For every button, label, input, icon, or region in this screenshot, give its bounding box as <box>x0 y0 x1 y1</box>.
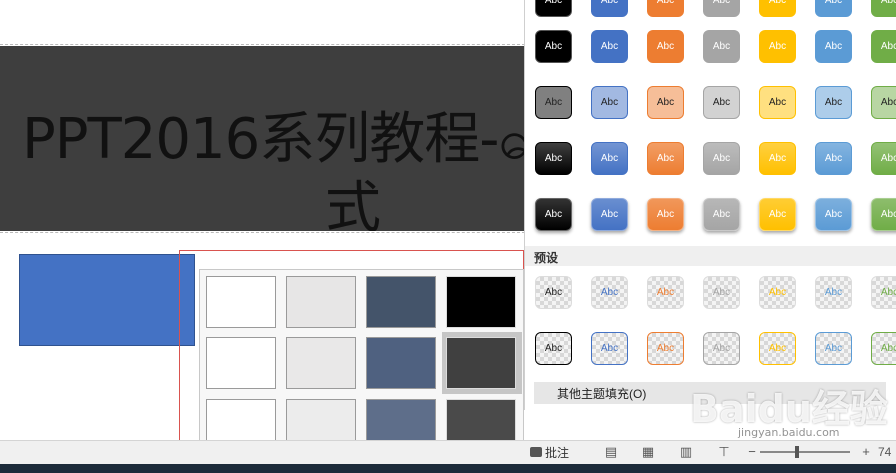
style-tile-r1-c4[interactable]: Abc <box>759 30 796 63</box>
style-tile-r6-c2[interactable]: Abc <box>647 332 684 365</box>
style-tile-r3-c4[interactable]: Abc <box>759 142 796 175</box>
comments-button[interactable]: 批注 <box>530 443 578 461</box>
color-swatch-r0-c2[interactable] <box>366 276 436 328</box>
color-swatch-r1-c1[interactable] <box>286 337 356 389</box>
preset-label: 预设 <box>534 251 559 265</box>
style-tile-r6-c3[interactable]: Abc <box>703 332 740 365</box>
style-tile-r4-c2[interactable]: Abc <box>647 198 684 231</box>
style-tile-r0-c2[interactable]: Abc <box>647 0 684 17</box>
style-tile-r2-c4[interactable]: Abc <box>759 86 796 119</box>
comments-label: 批注 <box>545 445 570 460</box>
style-tile-r2-c0[interactable]: Abc <box>535 86 572 119</box>
style-tile-r3-c5[interactable]: Abc <box>815 142 852 175</box>
taskbar <box>0 464 896 473</box>
style-tile-r5-c1[interactable]: Abc <box>591 276 628 309</box>
style-tile-r6-c6[interactable]: Abc <box>871 332 896 365</box>
color-swatch-r0-c3[interactable] <box>446 276 516 328</box>
fill-color-palette <box>199 269 524 456</box>
reading-view-icon[interactable]: ▥ <box>678 444 694 460</box>
style-tile-r4-c4[interactable]: Abc <box>759 198 796 231</box>
style-tile-r6-c1[interactable]: Abc <box>591 332 628 365</box>
blue-rectangle-shape[interactable] <box>19 254 195 346</box>
style-tile-r6-c5[interactable]: Abc <box>815 332 852 365</box>
zoom-level[interactable]: 74 <box>878 444 896 460</box>
color-swatch-r1-c2[interactable] <box>366 337 436 389</box>
baidu-watermark: Baidu经验 jingyan.baidu.com <box>680 378 890 439</box>
style-tile-r5-c2[interactable]: Abc <box>647 276 684 309</box>
style-tile-r4-c0[interactable]: Abc <box>535 198 572 231</box>
color-swatch-r0-c0[interactable] <box>206 276 276 328</box>
style-tile-r1-c2[interactable]: Abc <box>647 30 684 63</box>
zoom-out-icon[interactable]: − <box>744 444 760 460</box>
slideshow-icon[interactable]: ⊤ <box>716 444 732 460</box>
slide-title-line2: 式 <box>325 176 381 231</box>
style-tile-r3-c1[interactable]: Abc <box>591 142 628 175</box>
title-placeholder[interactable]: PPT2016系列教程-ေ 式 <box>0 46 525 231</box>
style-tile-r2-c1[interactable]: Abc <box>591 86 628 119</box>
style-tile-r0-c0[interactable]: Abc <box>535 0 572 17</box>
color-swatch-r0-c1[interactable] <box>286 276 356 328</box>
style-tile-r3-c3[interactable]: Abc <box>703 142 740 175</box>
comment-icon <box>530 447 542 457</box>
style-tile-r1-c3[interactable]: Abc <box>703 30 740 63</box>
style-tile-r0-c4[interactable]: Abc <box>759 0 796 17</box>
style-tile-r1-c6[interactable]: Abc <box>871 30 896 63</box>
slide-guide-bottom <box>0 232 525 233</box>
zoom-in-icon[interactable]: + <box>858 444 874 460</box>
style-tile-r4-c3[interactable]: Abc <box>703 198 740 231</box>
style-tile-r2-c3[interactable]: Abc <box>703 86 740 119</box>
style-tile-r6-c4[interactable]: Abc <box>759 332 796 365</box>
normal-view-icon[interactable]: ▤ <box>603 444 619 460</box>
style-tile-r3-c0[interactable]: Abc <box>535 142 572 175</box>
style-tile-r3-c2[interactable]: Abc <box>647 142 684 175</box>
style-tile-r5-c5[interactable]: Abc <box>815 276 852 309</box>
style-tile-r0-c5[interactable]: Abc <box>815 0 852 17</box>
style-tile-r5-c3[interactable]: Abc <box>703 276 740 309</box>
style-tile-r1-c5[interactable]: Abc <box>815 30 852 63</box>
style-tile-r2-c6[interactable]: Abc <box>871 86 896 119</box>
style-tile-r2-c5[interactable]: Abc <box>815 86 852 119</box>
style-tile-r0-c1[interactable]: Abc <box>591 0 628 17</box>
zoom-slider-thumb[interactable] <box>795 446 799 458</box>
style-tile-r3-c6[interactable]: Abc <box>871 142 896 175</box>
style-tile-r5-c6[interactable]: Abc <box>871 276 896 309</box>
style-tile-r1-c0[interactable]: Abc <box>535 30 572 63</box>
style-tile-r1-c1[interactable]: Abc <box>591 30 628 63</box>
style-tile-r5-c4[interactable]: Abc <box>759 276 796 309</box>
slide-sorter-icon[interactable]: ▦ <box>640 444 656 460</box>
slide-guide-top <box>0 44 525 45</box>
style-tile-r0-c3[interactable]: Abc <box>703 0 740 17</box>
style-tile-r4-c5[interactable]: Abc <box>815 198 852 231</box>
shape-style-gallery: 预设 其他主题填充(O) Abc Abc Abc Abc Abc Abc Abc Abc Abc… <box>524 0 896 410</box>
style-tile-r4-c1[interactable]: Abc <box>591 198 628 231</box>
watermark-text: Baidu经验 <box>690 387 888 431</box>
watermark-url: jingyan.baidu.com <box>738 426 840 439</box>
more-theme-fills-label: 其他主题填充(O) <box>557 387 647 401</box>
style-tile-r5-c0[interactable]: Abc <box>535 276 572 309</box>
style-tile-r0-c6[interactable]: Abc <box>871 0 896 17</box>
color-swatch-r1-c3[interactable] <box>446 337 516 389</box>
style-tile-r4-c6[interactable]: Abc <box>871 198 896 231</box>
preset-section-header: 预设 <box>525 246 896 266</box>
style-tile-r6-c0[interactable]: Abc <box>535 332 572 365</box>
color-swatch-r1-c0[interactable] <box>206 337 276 389</box>
slide-title-line1: PPT2016系列教程-ေ <box>22 107 525 172</box>
zoom-slider[interactable] <box>760 451 850 453</box>
style-tile-r2-c2[interactable]: Abc <box>647 86 684 119</box>
